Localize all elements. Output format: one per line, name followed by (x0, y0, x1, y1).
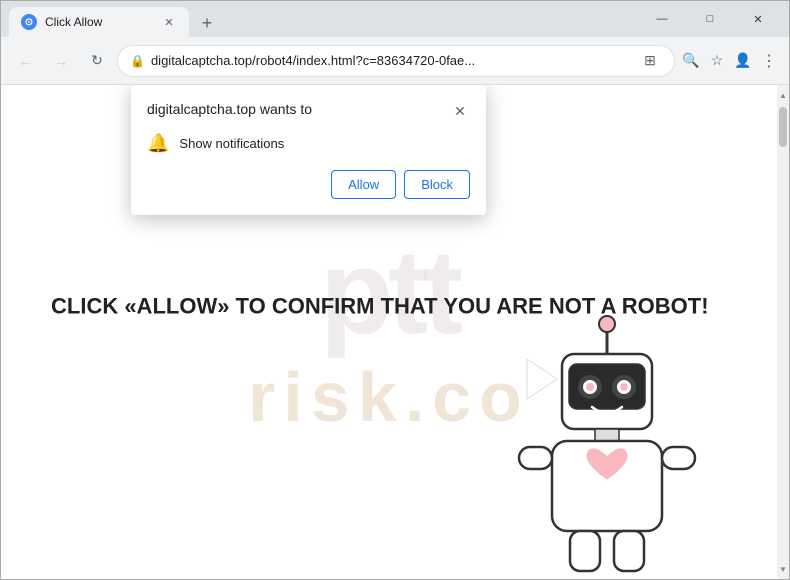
close-button[interactable]: ✕ (735, 1, 781, 37)
address-bar[interactable]: 🔒 digitalcaptcha.top/robot4/index.html?c… (117, 45, 675, 77)
scroll-down-arrow[interactable]: ▼ (777, 561, 789, 577)
window-controls: — □ ✕ (639, 1, 781, 37)
title-bar: ⊙ Click Allow ✕ + — □ ✕ (1, 1, 789, 37)
robot-illustration (497, 299, 717, 579)
new-tab-button[interactable]: + (193, 9, 221, 37)
popup-close-btn[interactable]: ✕ (450, 101, 470, 121)
translate-icon[interactable]: ⊞ (638, 49, 662, 73)
notification-popup: digitalcaptcha.top wants to ✕ 🔔 Show not… (131, 85, 486, 215)
reload-button[interactable]: ↻ (81, 45, 113, 77)
bell-icon: 🔔 (147, 133, 169, 154)
popup-header: digitalcaptcha.top wants to ✕ (147, 101, 470, 121)
lock-icon: 🔒 (130, 54, 145, 68)
allow-button[interactable]: Allow (331, 170, 396, 199)
block-button[interactable]: Block (404, 170, 470, 199)
watermark-risk: risk.co (248, 362, 530, 432)
browser-window: ⊙ Click Allow ✕ + — □ ✕ ← → ↻ 🔒 digitalc… (0, 0, 790, 580)
menu-icon[interactable]: ⋮ (757, 49, 781, 73)
tab-favicon: ⊙ (21, 14, 37, 30)
search-icon[interactable]: 🔍 (679, 49, 703, 73)
nav-right-icons: 🔍 ☆ 👤 ⋮ (679, 49, 781, 73)
back-button[interactable]: ← (9, 45, 41, 77)
browser-tab[interactable]: ⊙ Click Allow ✕ (9, 7, 189, 37)
address-text: digitalcaptcha.top/robot4/index.html?c=8… (151, 53, 632, 68)
browser-body: ptt risk.co CLICK «ALLOW» TO CONFIRM THA… (1, 85, 789, 579)
address-bar-icons: ⊞ (638, 49, 662, 73)
popup-title: digitalcaptcha.top wants to (147, 101, 312, 117)
popup-buttons: Allow Block (147, 170, 470, 199)
scrollbar[interactable]: ▲ ▼ (777, 85, 789, 579)
navigation-bar: ← → ↻ 🔒 digitalcaptcha.top/robot4/index.… (1, 37, 789, 85)
tab-close-btn[interactable]: ✕ (161, 14, 177, 30)
notification-label: Show notifications (179, 136, 284, 151)
scrollbar-thumb[interactable] (779, 107, 787, 147)
maximize-button[interactable]: □ (687, 1, 733, 37)
forward-button[interactable]: → (45, 45, 77, 77)
watermark-ptt: ptt (320, 232, 458, 352)
minimize-button[interactable]: — (639, 1, 685, 37)
captcha-message: CLICK «ALLOW» TO CONFIRM THAT YOU ARE NO… (51, 293, 709, 322)
tab-title: Click Allow (45, 15, 153, 29)
tab-bar: ⊙ Click Allow ✕ + (9, 1, 631, 37)
popup-notification-row: 🔔 Show notifications (147, 133, 470, 154)
bookmark-icon[interactable]: ☆ (705, 49, 729, 73)
page-content: ptt risk.co CLICK «ALLOW» TO CONFIRM THA… (1, 85, 777, 579)
scroll-up-arrow[interactable]: ▲ (777, 87, 789, 103)
profile-icon[interactable]: 👤 (731, 49, 755, 73)
